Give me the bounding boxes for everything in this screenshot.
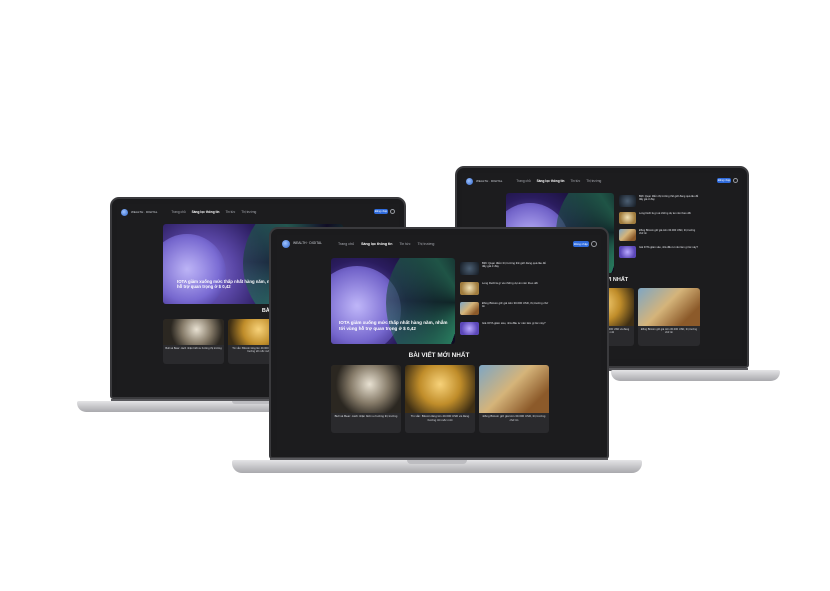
sidebar-item[interactable]: Bitfi: Quan điểm thị trường thế giới đan…: [460, 261, 550, 275]
site-logo[interactable]: [121, 208, 128, 216]
sidebar-item[interactable]: Long DeFi là gì và những dự án nên theo …: [619, 212, 699, 224]
nav-market[interactable]: Thị trường: [241, 210, 256, 214]
card-thumbnail: [331, 365, 401, 413]
item-thumbnail: [619, 246, 636, 258]
item-thumbnail: [460, 262, 479, 275]
item-title[interactable]: Bitfi: Quan điểm thị trường thế giới đan…: [639, 195, 699, 201]
card-thumbnail: [479, 365, 549, 413]
hero-caption[interactable]: IOTA giảm xuống mức thấp nhất hàng năm, …: [339, 320, 451, 331]
nav-news[interactable]: Tin tức: [570, 179, 580, 183]
site-nav: WEALTH · DIGITAL Trang chủ Sàng lọc thôn…: [277, 235, 601, 253]
settings-icon[interactable]: [733, 178, 738, 183]
nav-news[interactable]: Tin tức: [225, 210, 235, 214]
sidebar-item[interactable]: Bitfi: Quan điểm thị trường thế giới đan…: [619, 195, 699, 207]
laptop-screen: WEALTH · DIGITAL Trang chủ Sàng lọc thôn…: [277, 235, 601, 450]
login-button[interactable]: Đăng nhập: [573, 241, 589, 247]
card-title[interactable]: Bull và Bear: cách nhận biết xu hướng th…: [331, 413, 401, 433]
site-brand: WEALTH · DIGITAL: [476, 178, 503, 183]
item-thumbnail: [619, 229, 636, 241]
card-title[interactable]: Đồng Bitcoin giữ giá trên 30.000 USD, th…: [638, 326, 700, 346]
nav-home[interactable]: Trang chủ: [171, 210, 185, 214]
login-button[interactable]: Đăng nhập: [717, 178, 731, 183]
site-nav: WEALTH · DIGITAL Trang chủ Sàng lọc thôn…: [117, 204, 399, 220]
card-title[interactable]: Bull và Bear: cách nhận biết xu hướng th…: [163, 345, 224, 364]
sidebar-item[interactable]: Giá IOTA giảm sâu, nhà đầu tư nên làm gì…: [619, 246, 699, 258]
sidebar-list: Bitfi: Quan điểm thị trường thế giới đan…: [619, 195, 699, 265]
site-brand: WEALTH · DIGITAL: [293, 241, 323, 246]
nav-filter[interactable]: Sàng lọc thông tin: [537, 179, 565, 183]
site-brand: WEALTH · DIGITAL: [131, 209, 158, 214]
nav-market[interactable]: Thị trường: [586, 179, 601, 183]
site-nav: WEALTH · DIGITAL Trang chủ Sàng lọc thôn…: [462, 173, 742, 189]
item-thumbnail: [460, 282, 479, 295]
section-title: BÀI VIẾT MỚI NHẤT: [408, 352, 470, 359]
item-title[interactable]: Bitfi: Quan điểm thị trường thế giới đan…: [482, 261, 550, 269]
item-thumbnail: [460, 322, 479, 335]
hero-banner[interactable]: IOTA giảm xuống mức thấp nhất hàng năm, …: [331, 258, 455, 344]
sidebar-item[interactable]: Long DeFi là gì và những dự án nên theo …: [460, 281, 550, 295]
item-thumbnail: [460, 302, 479, 315]
card-title[interactable]: Tin vắn: Bitcoin tăng lên 40.000 USD và …: [405, 413, 475, 433]
login-button[interactable]: Đăng nhập: [374, 209, 388, 214]
item-title[interactable]: Đồng Bitcoin giữ giá trên 30.000 USD, th…: [482, 301, 550, 309]
card-title[interactable]: Đồng Bitcoin giữ giá trên 30.000 USD, th…: [479, 413, 549, 433]
sidebar-item[interactable]: Đồng Bitcoin giữ giá trên 30.000 USD, th…: [460, 301, 550, 315]
card-thumbnail: [638, 288, 700, 326]
laptop-base: [611, 370, 780, 381]
item-thumbnail: [619, 212, 636, 224]
article-card[interactable]: Đồng Bitcoin giữ giá trên 30.000 USD, th…: [638, 288, 700, 346]
sidebar-list: Bitfi: Quan điểm thị trường thế giới đan…: [460, 261, 550, 342]
card-thumbnail: [405, 365, 475, 413]
settings-icon[interactable]: [390, 209, 395, 214]
nav-home[interactable]: Trang chủ: [338, 242, 354, 246]
nav-news[interactable]: Tin tức: [399, 242, 410, 246]
item-title[interactable]: Long DeFi là gì và những dự án nên theo …: [482, 281, 538, 285]
nav-home[interactable]: Trang chủ: [516, 179, 530, 183]
item-title[interactable]: Đồng Bitcoin giữ giá trên 30.000 USD, th…: [639, 229, 699, 235]
article-card[interactable]: Đồng Bitcoin giữ giá trên 30.000 USD, th…: [479, 365, 549, 433]
sidebar-item[interactable]: Giá IOTA giảm sâu, nhà đầu tư nên làm gì…: [460, 321, 550, 335]
sidebar-item[interactable]: Đồng Bitcoin giữ giá trên 30.000 USD, th…: [619, 229, 699, 241]
article-card[interactable]: Bull và Bear: cách nhận biết xu hướng th…: [163, 319, 224, 364]
item-title[interactable]: Long DeFi là gì và những dự án nên theo …: [639, 212, 691, 215]
nav-filter[interactable]: Sàng lọc thông tin: [361, 242, 392, 246]
article-card[interactable]: Tin vắn: Bitcoin tăng lên 40.000 USD và …: [405, 365, 475, 433]
nav-filter[interactable]: Sàng lọc thông tin: [192, 210, 220, 214]
item-title[interactable]: Giá IOTA giảm sâu, nhà đầu tư nên làm gì…: [639, 246, 698, 249]
item-thumbnail: [619, 195, 636, 207]
item-title[interactable]: Giá IOTA giảm sâu, nhà đầu tư nên làm gì…: [482, 321, 546, 325]
site-logo[interactable]: [466, 177, 473, 185]
nav-market[interactable]: Thị trường: [417, 242, 434, 246]
article-card[interactable]: Bull và Bear: cách nhận biết xu hướng th…: [331, 365, 401, 433]
settings-icon[interactable]: [591, 241, 597, 247]
card-thumbnail: [163, 319, 224, 345]
site-logo[interactable]: [282, 240, 290, 248]
